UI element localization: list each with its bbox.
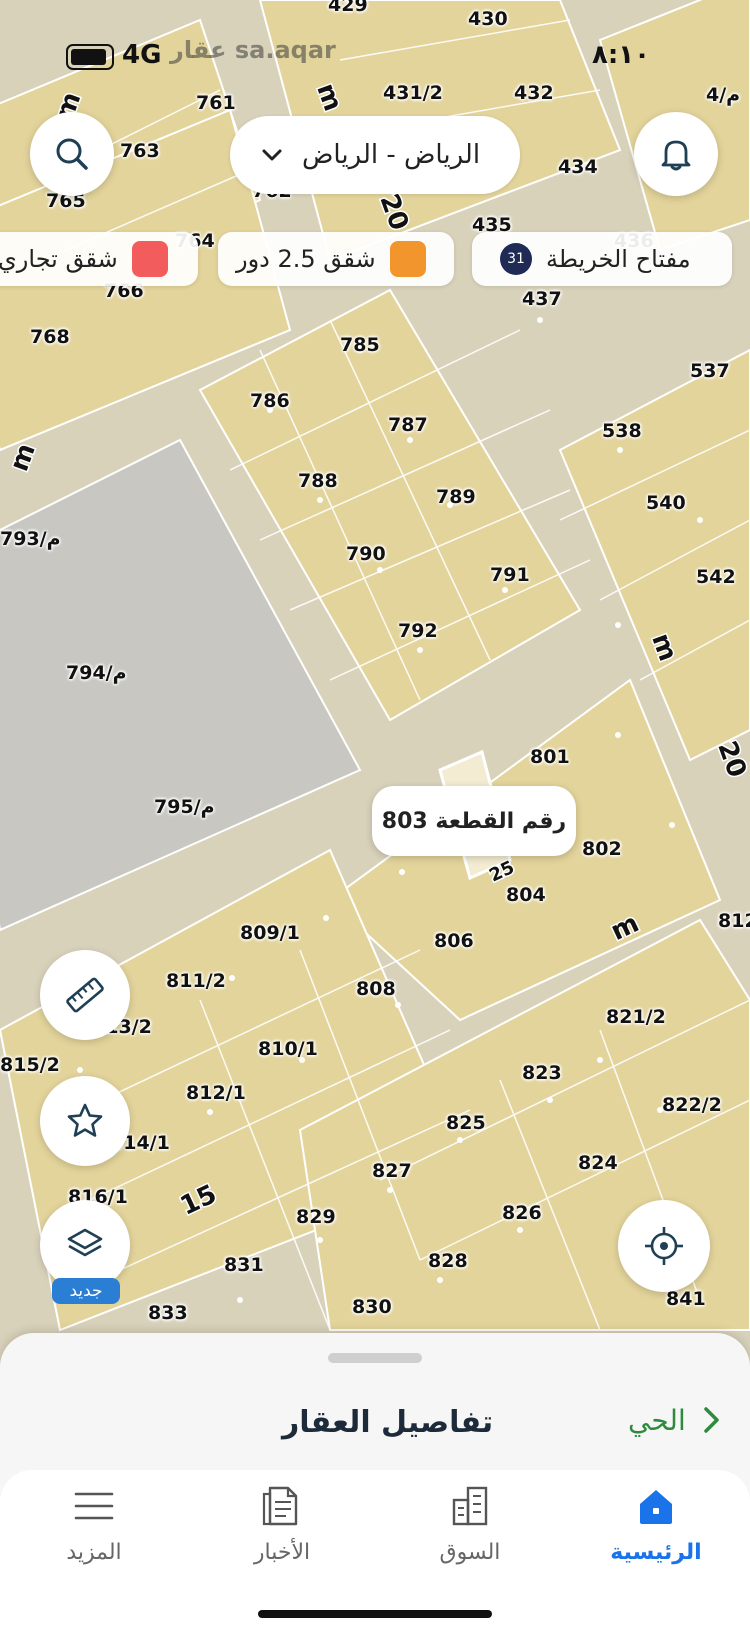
legend-swatch xyxy=(131,241,168,277)
plot-label[interactable]: 829 xyxy=(296,1206,336,1228)
plot-label[interactable]: 823 xyxy=(522,1062,562,1084)
plot-label[interactable]: 429 xyxy=(328,0,368,16)
plot-label[interactable]: 788 xyxy=(298,470,338,492)
search-button[interactable] xyxy=(30,112,114,196)
plot-label[interactable]: 826 xyxy=(502,1202,542,1224)
crosshair-icon xyxy=(645,1227,683,1265)
plot-label[interactable]: 833 xyxy=(148,1302,188,1324)
plot-label[interactable]: 789 xyxy=(436,486,476,508)
plot-label[interactable]: 761 xyxy=(196,92,236,114)
plot-label[interactable]: 538 xyxy=(602,420,642,442)
plot-label[interactable]: 793/م xyxy=(0,528,61,550)
plot-label[interactable]: 804 xyxy=(506,884,546,906)
plot-label[interactable]: 812/1 xyxy=(186,1082,246,1104)
plot-label[interactable]: 437 xyxy=(522,288,562,310)
clock: ٨:١٠ xyxy=(592,40,651,70)
plot-label[interactable]: 540 xyxy=(646,492,686,514)
plot-label[interactable]: 810/1 xyxy=(258,1038,318,1060)
ruler-icon xyxy=(66,977,104,1013)
legend-item-apartments-2-5[interactable]: شقق 2.5 دور xyxy=(218,232,454,286)
menu-icon xyxy=(74,1492,114,1520)
plot-label[interactable]: 831 xyxy=(224,1254,264,1276)
legend-label: شقق تجاري xyxy=(0,245,118,273)
plot-label[interactable]: 432 xyxy=(514,82,554,104)
plot-label[interactable]: 763 xyxy=(120,140,160,162)
chevron-right-icon xyxy=(703,1407,719,1433)
tab-label: السوق xyxy=(439,1540,501,1565)
bell-icon xyxy=(661,140,691,171)
location-label: الرياض - الرياض xyxy=(302,140,481,170)
plot-label[interactable]: 795/م xyxy=(154,796,215,818)
home-indicator xyxy=(258,1610,492,1618)
battery-icon xyxy=(66,44,114,70)
plot-label[interactable]: 802 xyxy=(582,838,622,860)
network-indicator: 4G xyxy=(122,40,162,70)
plot-label[interactable]: 791 xyxy=(490,564,530,586)
legend-swatch xyxy=(389,241,426,277)
map-key-button[interactable]: 31 مفتاح الخريطة xyxy=(472,232,732,286)
tab-news[interactable]: الأخبار xyxy=(202,1470,362,1590)
search-icon xyxy=(56,138,88,170)
app-watermark: عقار sa.aqar xyxy=(170,36,336,64)
measure-button[interactable] xyxy=(40,950,130,1040)
tab-label: الأخبار xyxy=(253,1540,311,1565)
location-selector[interactable]: الرياض - الرياض xyxy=(230,116,520,194)
selected-plot-popup[interactable]: رقم القطعة 803 xyxy=(372,786,576,856)
plot-label[interactable]: 815/2 xyxy=(0,1054,60,1076)
plot-label[interactable]: 827 xyxy=(372,1160,412,1182)
new-badge: جديد xyxy=(52,1278,120,1304)
plot-label[interactable]: 821/2 xyxy=(606,1006,666,1028)
plot-label[interactable]: 812 xyxy=(718,910,750,932)
plot-label[interactable]: 822/2 xyxy=(662,1094,722,1116)
plot-label[interactable]: 430 xyxy=(468,8,508,30)
tab-home[interactable]: الرئيسية xyxy=(576,1470,736,1590)
neighborhood-link-label: الحي xyxy=(628,1403,686,1437)
plot-label[interactable]: 768 xyxy=(30,326,70,348)
selected-plot-label: رقم القطعة 803 xyxy=(381,808,567,834)
plot-label[interactable]: 824 xyxy=(578,1152,618,1174)
star-icon xyxy=(67,1103,103,1137)
chevron-down-icon xyxy=(262,149,282,161)
plot-label[interactable]: 537 xyxy=(690,360,730,382)
plot-label[interactable]: 811/2 xyxy=(166,970,226,992)
plot-label[interactable]: 794/م xyxy=(66,662,127,684)
plot-label[interactable]: 434 xyxy=(558,156,598,178)
plot-label[interactable]: 787 xyxy=(388,414,428,436)
neighborhood-link[interactable]: الحي xyxy=(628,1403,724,1437)
legend-label: شقق 2.5 دور xyxy=(236,245,376,273)
sheet-title: تفاصيل العقار xyxy=(282,1405,494,1440)
plot-label[interactable]: 790 xyxy=(346,543,386,565)
plot-label[interactable]: 786 xyxy=(250,390,290,412)
layers-icon xyxy=(67,1228,103,1257)
legend-item-commercial-apartments[interactable]: شقق تجاري xyxy=(0,232,198,286)
layers-button[interactable] xyxy=(40,1200,130,1290)
bottom-tab-bar: الرئيسية السوق الأخبار المزيد xyxy=(0,1470,750,1626)
sheet-drag-handle[interactable] xyxy=(328,1353,422,1363)
tab-market[interactable]: السوق xyxy=(390,1470,550,1590)
plot-label[interactable]: 806 xyxy=(434,930,474,952)
plot-label[interactable]: 801 xyxy=(530,746,570,768)
locate-me-button[interactable] xyxy=(618,1200,710,1292)
notifications-button[interactable] xyxy=(634,112,718,196)
map-key-count-badge: 31 xyxy=(500,243,532,275)
news-icon xyxy=(262,1486,298,1526)
plot-label[interactable]: 830 xyxy=(352,1296,392,1318)
plot-label[interactable]: 4/م xyxy=(706,84,740,106)
plot-label[interactable]: 792 xyxy=(398,620,438,642)
plot-label[interactable]: 431/2 xyxy=(383,82,443,104)
map-key-label: مفتاح الخريطة xyxy=(546,245,691,273)
home-icon xyxy=(640,1490,672,1524)
tab-label: الرئيسية xyxy=(610,1540,702,1565)
favorites-button[interactable] xyxy=(40,1076,130,1166)
plot-label[interactable]: 828 xyxy=(428,1250,468,1272)
tab-label: المزيد xyxy=(66,1540,122,1565)
plot-label[interactable]: 785 xyxy=(340,334,380,356)
tab-more[interactable]: المزيد xyxy=(14,1470,174,1590)
buildings-icon xyxy=(452,1486,488,1526)
plot-label[interactable]: 542 xyxy=(696,566,736,588)
plot-label[interactable]: 825 xyxy=(446,1112,486,1134)
plot-label[interactable]: 808 xyxy=(356,978,396,1000)
plot-label[interactable]: 809/1 xyxy=(240,922,300,944)
